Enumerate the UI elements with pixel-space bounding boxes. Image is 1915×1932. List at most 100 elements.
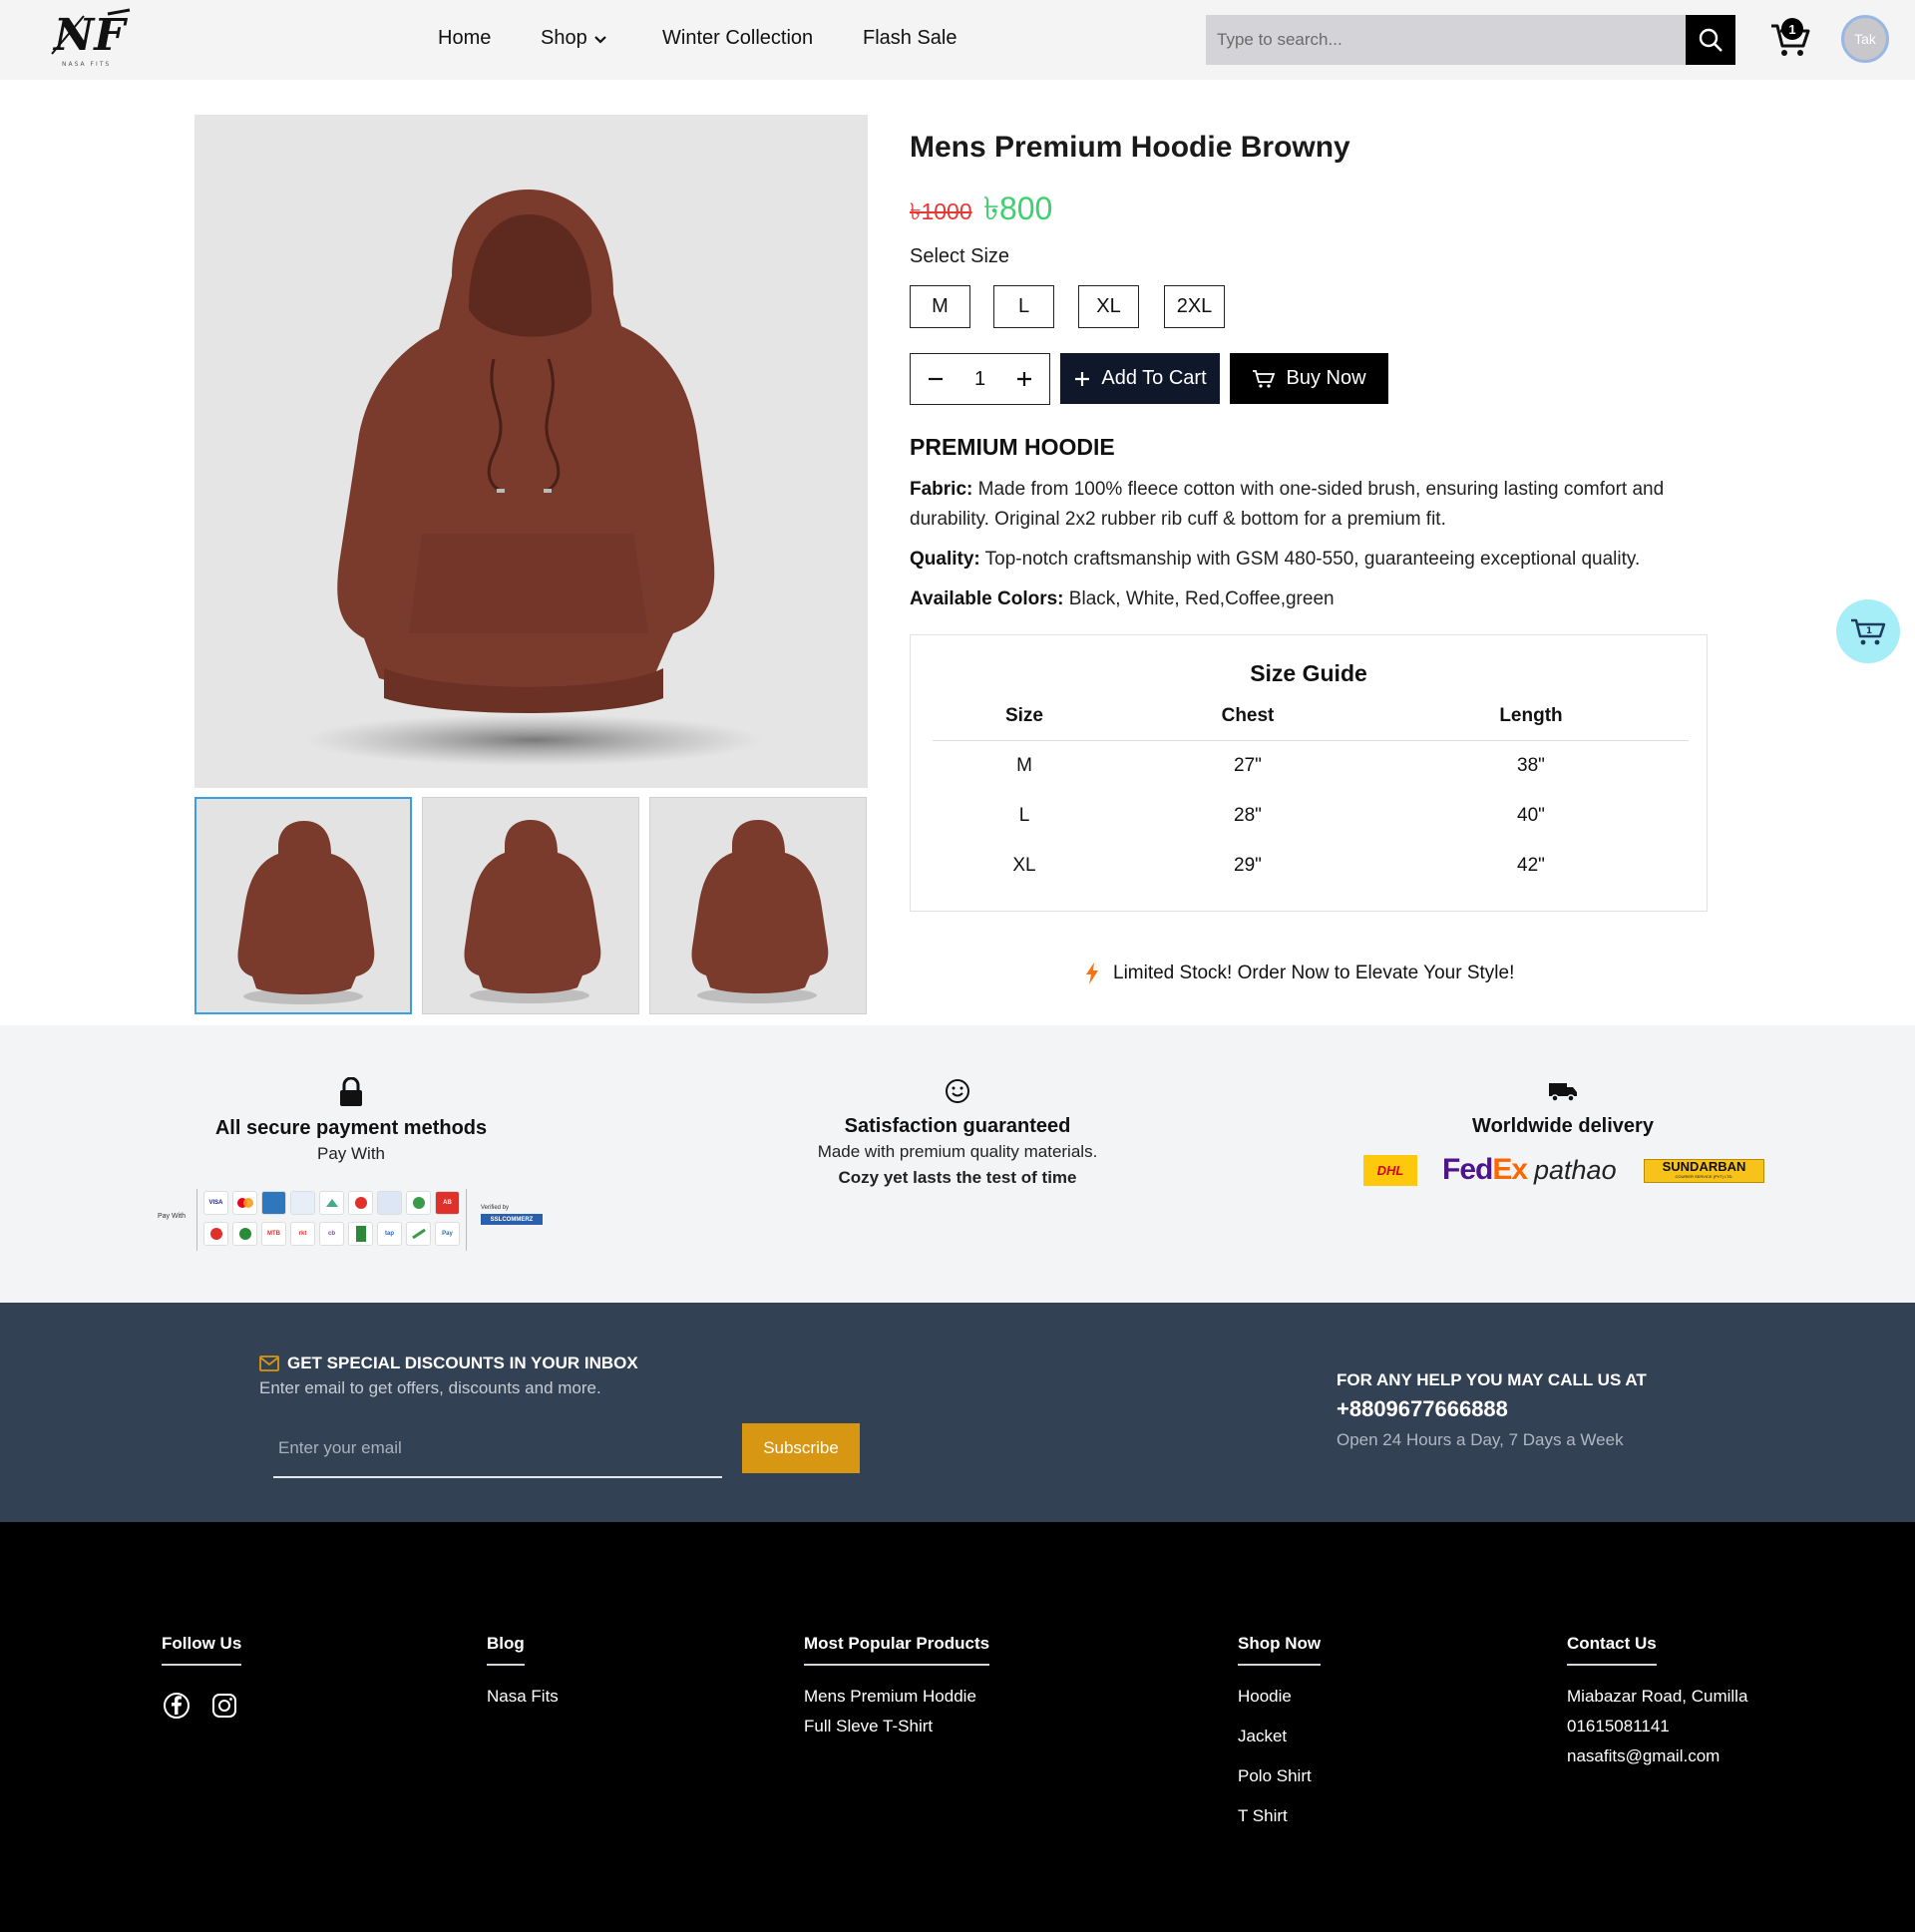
smiley-icon [946,1079,969,1103]
feature-title: Satisfaction guaranteed [844,1115,1071,1137]
table-cell: 27" [1234,755,1262,776]
contact-phone[interactable]: 01615081141 [1567,1717,1747,1737]
footer-link[interactable]: Nasa Fits [487,1687,559,1707]
sundarban-name: SUNDARBAN [1662,1159,1746,1174]
bank-logo: MTB [261,1222,286,1246]
product-thumbnail[interactable] [422,797,639,1014]
nav-winter-collection[interactable]: Winter Collection [662,27,813,50]
lock-icon [340,1077,362,1106]
dhl-logo: DHL [1363,1155,1417,1186]
footer-link[interactable]: T Shirt [1238,1806,1321,1826]
add-to-cart-button[interactable]: Add To Cart [1060,353,1220,404]
footer-heading: Most Popular Products [804,1634,990,1666]
plus-icon [1075,371,1090,386]
size-option-2xl[interactable]: 2XL [1164,285,1225,328]
user-avatar[interactable]: Tak [1841,15,1889,63]
table-cell: 42" [1517,855,1545,876]
bank-logo: Pay [435,1222,460,1246]
original-price: ৳1000 [910,198,972,224]
product-thumbnail[interactable] [649,797,867,1014]
bank-logo [377,1191,402,1215]
pay-with-small: Pay With [158,1213,187,1220]
bank-logo [348,1222,373,1246]
feature-delivery: Worldwide delivery [1363,1077,1762,1138]
bank-logo: AB [435,1191,460,1215]
fabric-text: Made from 100% fleece cotton with one-si… [910,479,1665,530]
colors-text: Black, White, Red,Coffee,green [1068,588,1335,609]
nav-flash-sale[interactable]: Flash Sale [863,27,958,50]
bank-logo [348,1191,373,1215]
newsletter-subtitle: Enter email to get offers, discounts and… [259,1378,601,1397]
contact-address: Miabazar Road, Cumilla [1567,1687,1748,1706]
newsletter-section: GET SPECIAL DISCOUNTS IN YOUR INBOX Ente… [0,1303,1915,1522]
newsletter-title: GET SPECIAL DISCOUNTS IN YOUR INBOX [259,1353,638,1373]
quality-description: Quality: Top-notch craftsmanship with GS… [910,545,1727,575]
bank-logo [203,1222,228,1246]
footer-link[interactable]: Hoodie [1238,1687,1321,1707]
site-header: NF NASA FITS Home Shop Winter Collection… [0,0,1915,80]
quantity-value[interactable]: 1 [974,368,985,391]
bank-logo [319,1191,344,1215]
lightning-icon [1086,963,1098,984]
divider [933,740,1689,741]
floating-cart-button[interactable]: 1 [1836,599,1900,663]
footer-follow-us: Follow Us [162,1634,242,1666]
limited-stock-text: Limited Stock! Order Now to Elevate Your… [1113,963,1515,983]
footer-link[interactable]: Polo Shirt [1238,1766,1321,1786]
quality-label: Quality: [910,549,980,570]
size-option-m[interactable]: M [910,285,970,328]
size-option-l[interactable]: L [993,285,1054,328]
fabric-description: Fabric: Made from 100% fleece cotton wit… [910,475,1727,535]
footer-blog: Blog Nasa Fits [487,1634,559,1707]
size-guide-title: Size Guide [1250,660,1367,686]
search-bar [1206,15,1735,65]
product-thumbnail[interactable] [194,797,412,1014]
facebook-icon[interactable] [163,1692,191,1720]
nav-shop[interactable]: Shop [541,27,607,50]
bank-logo [232,1222,257,1246]
buy-now-button[interactable]: Buy Now [1230,353,1388,404]
contact-email[interactable]: nasafits@gmail.com [1567,1746,1747,1766]
brand-logo[interactable]: NF NASA FITS [50,8,134,70]
payment-methods-banner: Pay With VISA AB MTB rkt cb tap Pay Veri… [154,1187,545,1255]
feature-payment: All secure payment methods Pay With [190,1077,513,1164]
help-phone[interactable]: +8809677666888 [1337,1396,1508,1422]
table-cell: L [1018,805,1030,826]
feature-subtitle: Pay With [316,1144,386,1163]
bank-logo: cb [319,1222,344,1246]
instagram-icon[interactable] [210,1692,238,1720]
footer-link[interactable]: Full Sleve T-Shirt [804,1717,989,1737]
cart-icon: 1 [1851,618,1886,645]
bank-logo: rkt [290,1222,315,1246]
footer-link[interactable]: Mens Premium Hoddie [804,1687,989,1707]
subscribe-button[interactable]: Subscribe [742,1423,860,1473]
verified-by-label: Verified by [481,1205,510,1211]
select-size-label: Select Size [910,245,1010,267]
table-header: Size [1004,705,1044,726]
cart-count-badge: 1 [1781,18,1803,40]
table-header: Chest [1221,705,1275,726]
increase-quantity-button[interactable] [1013,368,1035,390]
svg-text:1: 1 [1866,626,1872,636]
table-cell: 29" [1234,855,1262,876]
cart-icon [1253,369,1276,388]
email-field[interactable] [273,1420,722,1478]
footer-popular-products: Most Popular Products Mens Premium Hoddi… [804,1634,990,1737]
bank-logo [406,1222,431,1246]
search-input[interactable] [1206,15,1686,65]
svg-text:NASA FITS: NASA FITS [62,61,111,68]
chevron-down-icon [593,35,606,44]
footer-heading: Blog [487,1634,525,1666]
svg-text:NF: NF [52,10,128,61]
nav-home[interactable]: Home [438,27,491,50]
footer-link[interactable]: Jacket [1238,1727,1321,1746]
site-footer: Follow Us Blog Nasa Fits Most Popular Pr… [0,1522,1915,1932]
search-icon [1699,28,1723,52]
limited-stock-notice: Limited Stock! Order Now to Elevate Your… [1085,963,1514,984]
feature-subtitle: Made with premium quality materials. [817,1142,1098,1161]
newsletter-title-text: GET SPECIAL DISCOUNTS IN YOUR INBOX [287,1353,638,1372]
decrease-quantity-button[interactable] [925,368,947,390]
product-main-image[interactable] [194,115,868,788]
size-option-xl[interactable]: XL [1078,285,1139,328]
search-button[interactable] [1686,15,1735,65]
